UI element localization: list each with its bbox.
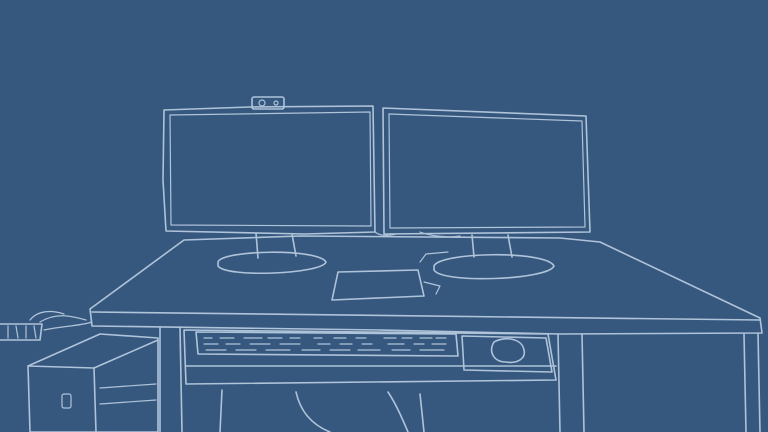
desk-line-drawing (0, 96, 763, 432)
keyboard-tray (183, 329, 557, 385)
monitor-right-base (433, 253, 555, 280)
desk-leg-left (159, 326, 183, 432)
tower-vents (99, 383, 157, 405)
monitor-left-screen (169, 111, 372, 227)
keyboard (195, 331, 459, 357)
tower-power-button (61, 393, 72, 409)
tablet (331, 251, 449, 301)
desk-leg-middle (557, 333, 585, 432)
desk-scene (0, 0, 768, 432)
monitor-left (162, 105, 376, 275)
mouse (490, 337, 526, 364)
monitor-right-screen (388, 113, 586, 229)
tower-top-edge (93, 339, 159, 369)
computer-tower (27, 333, 159, 432)
office-chair (219, 389, 425, 432)
desk-leg-right (743, 332, 761, 432)
cables-left (29, 310, 93, 331)
tablet-cable (423, 281, 441, 295)
desk-front-edge (91, 311, 761, 321)
monitor-right (382, 107, 591, 280)
power-strip (0, 310, 93, 341)
monitor-left-base (217, 251, 327, 275)
